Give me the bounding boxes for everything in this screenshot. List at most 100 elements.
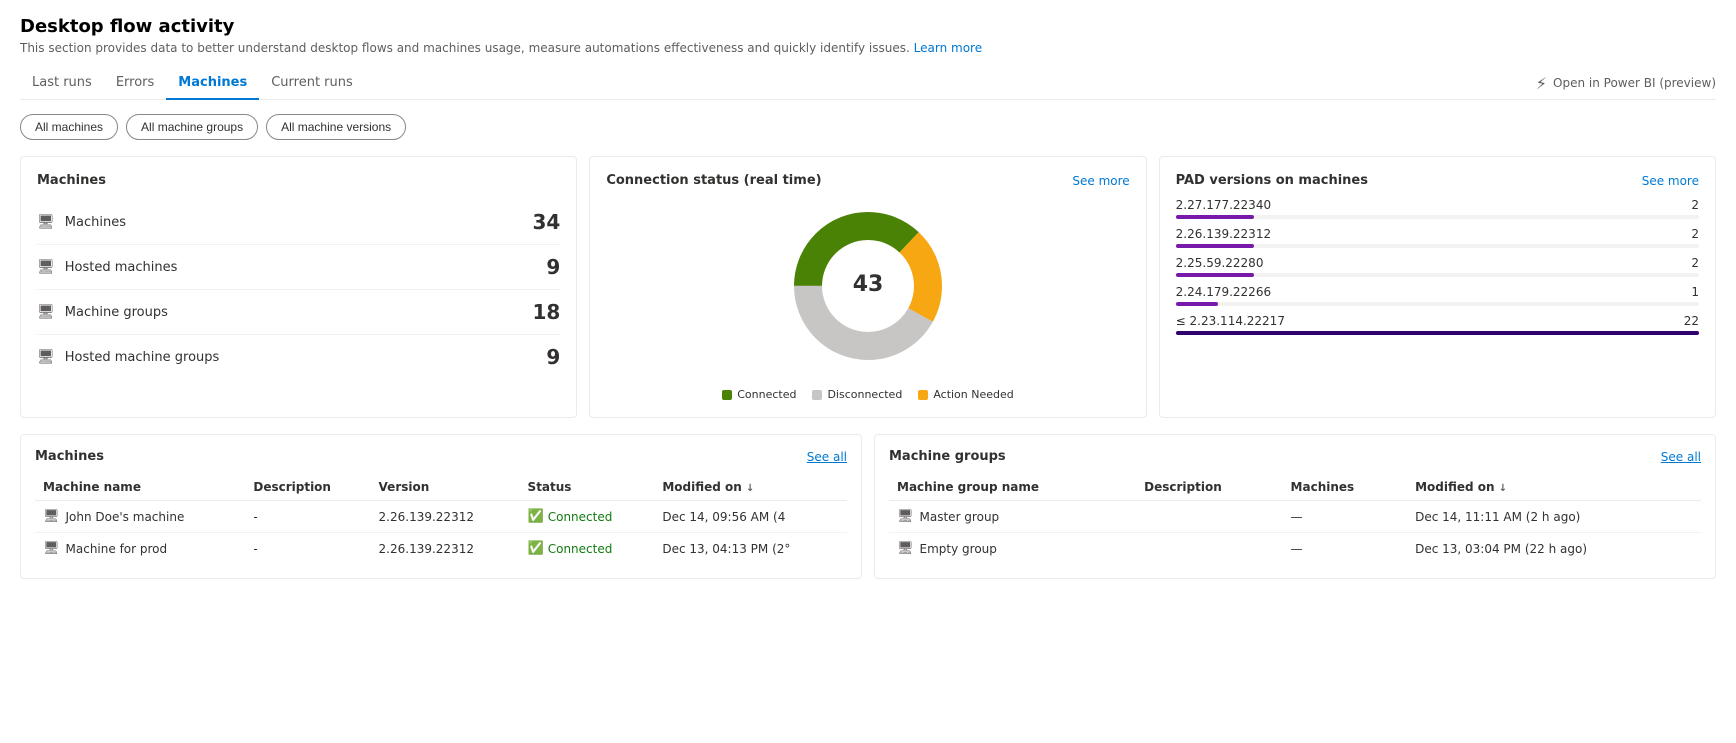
group-desc-1 xyxy=(1136,501,1282,533)
group-machines-1: — xyxy=(1283,501,1408,533)
version-item-4: 2.24.179.22266 1 xyxy=(1176,285,1699,306)
machine-desc-1: - xyxy=(245,501,370,533)
legend-action-needed-label: Action Needed xyxy=(933,388,1013,401)
version-item-2: 2.26.139.22312 2 xyxy=(1176,227,1699,248)
donut-total-text: 43 xyxy=(853,272,884,297)
group-machines-2: — xyxy=(1283,533,1408,565)
page-title: Desktop flow activity xyxy=(20,16,1716,37)
version-label-1: 2.27.177.22340 xyxy=(1176,198,1271,212)
legend-connected-label: Connected xyxy=(737,388,796,401)
machines-count: 34 xyxy=(532,210,560,234)
version-label-3: 2.25.59.22280 xyxy=(1176,256,1264,270)
page-subtitle: This section provides data to better und… xyxy=(20,41,1716,55)
tab-current-runs[interactable]: Current runs xyxy=(259,67,365,100)
machine-name-2: Machine for prod xyxy=(66,542,168,556)
legend-disconnected-label: Disconnected xyxy=(827,388,902,401)
tables-row: Machines See all Machine name Descriptio… xyxy=(20,434,1716,579)
table-row: 🖥 Empty group — Dec 13, 03:04 PM (22 h a… xyxy=(889,533,1701,565)
tabs-list: Last runs Errors Machines Current runs xyxy=(20,67,365,99)
machines-card-title: Machines xyxy=(37,173,560,188)
machine-status-1: ✅ Connected xyxy=(520,501,655,533)
machine-item-hosted-groups: 🖥 Hosted machine groups 9 xyxy=(37,335,560,379)
group-name-2: Empty group xyxy=(920,542,997,556)
tab-errors[interactable]: Errors xyxy=(104,67,166,100)
filter-all-machine-groups[interactable]: All machine groups xyxy=(126,114,258,140)
machines-table-header: Machines See all xyxy=(35,449,847,464)
pad-see-more-link[interactable]: See more xyxy=(1642,174,1699,188)
version-count-4: 1 xyxy=(1691,285,1699,299)
machine-item-groups: 🖥 Machine groups 18 xyxy=(37,290,560,335)
legend-action-needed-dot xyxy=(918,390,928,400)
group-icon: 🖥 xyxy=(37,304,55,320)
legend-disconnected-dot xyxy=(812,390,822,400)
row-desktop-icon-2: 🖥 xyxy=(43,541,60,556)
connection-status-title: Connection status (real time) xyxy=(606,173,821,188)
version-bar-4 xyxy=(1176,302,1218,306)
group-name-1: Master group xyxy=(920,510,1000,524)
machine-version-1: 2.26.139.22312 xyxy=(371,501,520,533)
tab-last-runs[interactable]: Last runs xyxy=(20,67,104,100)
machine-modified-2: Dec 13, 04:13 PM (2° xyxy=(654,533,847,565)
pad-versions-card: PAD versions on machines See more 2.27.1… xyxy=(1159,156,1716,418)
table-row: 🖥 John Doe's machine - 2.26.139.22312 ✅ … xyxy=(35,501,847,533)
table-row: 🖥 Master group — Dec 14, 11:11 AM (2 h a… xyxy=(889,501,1701,533)
group-modified-2: Dec 13, 03:04 PM (22 h ago) xyxy=(1407,533,1701,565)
machines-see-all-link[interactable]: See all xyxy=(807,450,847,464)
machine-name-1: John Doe's machine xyxy=(66,510,185,524)
version-bar-5 xyxy=(1176,331,1699,335)
version-item-3: 2.25.59.22280 2 xyxy=(1176,256,1699,277)
version-count-5: 22 xyxy=(1684,314,1699,328)
machine-groups-table: Machine group name Description Machines … xyxy=(889,474,1701,564)
connection-see-more-link[interactable]: See more xyxy=(1072,174,1129,188)
hosted-machine-groups-label: Hosted machine groups xyxy=(65,350,220,365)
group-modified-1: Dec 14, 11:11 AM (2 h ago) xyxy=(1407,501,1701,533)
col-machine-name: Machine name xyxy=(35,474,245,501)
hosted-machines-label: Hosted machines xyxy=(65,260,178,275)
machine-groups-label: Machine groups xyxy=(65,305,168,320)
tab-machines[interactable]: Machines xyxy=(166,67,259,100)
connection-status-card: Connection status (real time) See more 4… xyxy=(589,156,1146,418)
version-label-2: 2.26.139.22312 xyxy=(1176,227,1271,241)
version-item-5: ≤ 2.23.114.22217 22 xyxy=(1176,314,1699,335)
row-group-icon-2: 🖥 xyxy=(897,541,914,556)
machines-table-title: Machines xyxy=(35,449,104,464)
filter-all-machine-versions[interactable]: All machine versions xyxy=(266,114,406,140)
machines-list: 🖥 Machines 34 🖥 Hosted machines 9 🖥 Mach… xyxy=(37,200,560,379)
machine-modified-1: Dec 14, 09:56 AM (4 xyxy=(654,501,847,533)
machines-table: Machine name Description Version Status … xyxy=(35,474,847,564)
col-description: Description xyxy=(245,474,370,501)
tabs-bar: Last runs Errors Machines Current runs ⚡… xyxy=(20,67,1716,100)
filter-all-machines[interactable]: All machines xyxy=(20,114,118,140)
version-bar-3 xyxy=(1176,273,1254,277)
machine-groups-count: 18 xyxy=(532,300,560,324)
version-label-4: 2.24.179.22266 xyxy=(1176,285,1271,299)
machine-item-machines: 🖥 Machines 34 xyxy=(37,200,560,245)
filter-row: All machines All machine groups All mach… xyxy=(20,114,1716,140)
hosted-group-icon: 🖥 xyxy=(37,349,55,365)
donut-container: 43 Connected Disconnected Action Needed xyxy=(606,196,1129,401)
machine-version-2: 2.26.139.22312 xyxy=(371,533,520,565)
table-row: 🖥 Machine for prod - 2.26.139.22312 ✅ Co… xyxy=(35,533,847,565)
col-version: Version xyxy=(371,474,520,501)
version-bar-1 xyxy=(1176,215,1254,219)
hosted-machine-groups-count: 9 xyxy=(546,345,560,369)
version-bar-2 xyxy=(1176,244,1254,248)
machine-groups-table-title: Machine groups xyxy=(889,449,1006,464)
status-label-1: Connected xyxy=(548,510,613,524)
version-item-1: 2.27.177.22340 2 xyxy=(1176,198,1699,219)
version-count-3: 2 xyxy=(1691,256,1699,270)
pad-versions-title: PAD versions on machines xyxy=(1176,173,1368,188)
group-desc-2 xyxy=(1136,533,1282,565)
legend-action-needed: Action Needed xyxy=(918,388,1013,401)
version-label-5: ≤ 2.23.114.22217 xyxy=(1176,314,1285,328)
donut-legend: Connected Disconnected Action Needed xyxy=(722,388,1014,401)
machine-desc-2: - xyxy=(245,533,370,565)
open-powerbi-button[interactable]: ⚡ Open in Power BI (preview) xyxy=(1536,74,1716,93)
machine-groups-see-all-link[interactable]: See all xyxy=(1661,450,1701,464)
connection-card-header: Connection status (real time) See more xyxy=(606,173,1129,188)
group-name-cell-2: 🖥 Empty group xyxy=(889,533,1136,565)
pad-versions-header: PAD versions on machines See more xyxy=(1176,173,1699,188)
learn-more-link[interactable]: Learn more xyxy=(914,41,982,55)
hosted-machines-count: 9 xyxy=(546,255,560,279)
col-status: Status xyxy=(520,474,655,501)
